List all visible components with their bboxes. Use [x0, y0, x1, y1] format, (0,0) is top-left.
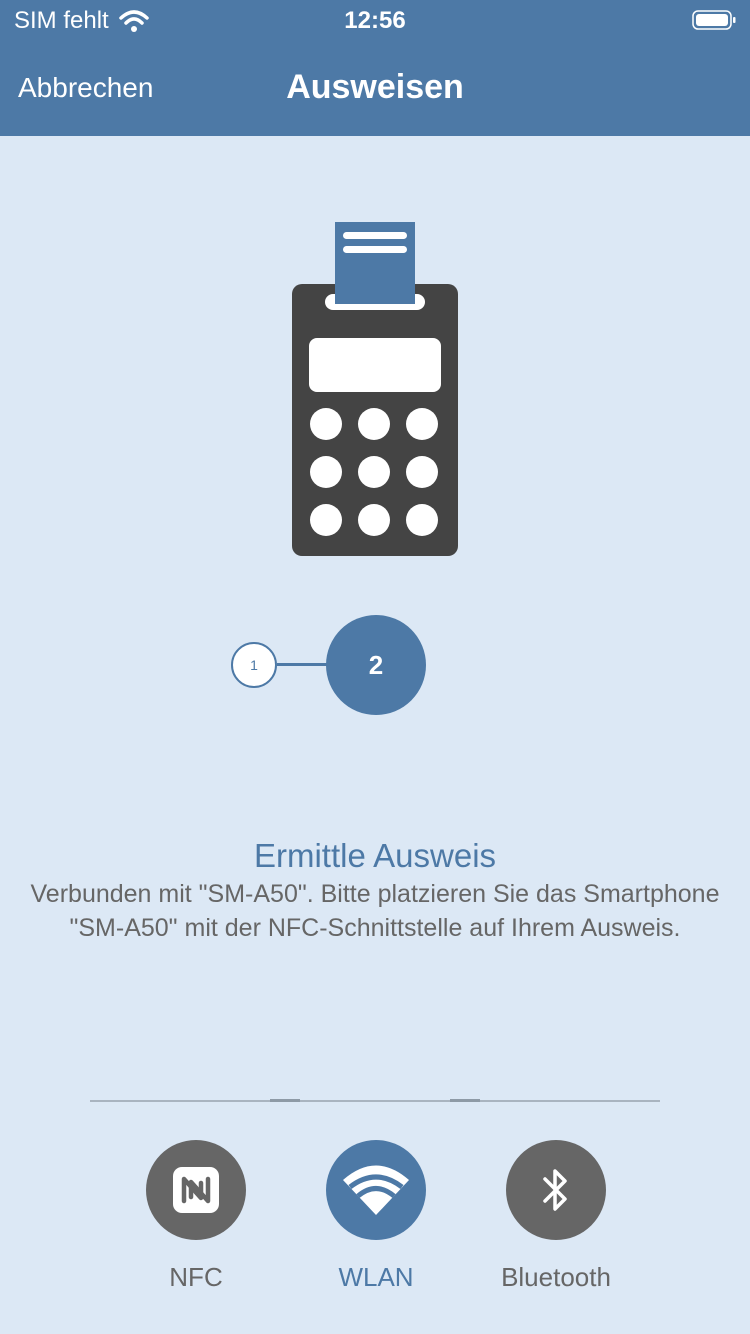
tech-wlan-button[interactable]: WLAN	[296, 1140, 456, 1294]
step-indicator: 1 2	[229, 614, 429, 716]
status-description: Verbunden mit "SM-A50". Bitte platzieren…	[30, 880, 720, 942]
tech-nfc-button[interactable]: NFC	[116, 1140, 276, 1294]
divider	[90, 1100, 660, 1102]
wifi-icon	[343, 1165, 409, 1215]
bluetooth-icon	[543, 1169, 567, 1211]
tech-label-wlan: WLAN	[338, 1262, 414, 1292]
nfc-circle[interactable]	[146, 1140, 246, 1240]
status-time: 12:56	[344, 7, 406, 34]
tech-bluetooth-button[interactable]: Bluetooth	[476, 1140, 636, 1294]
tech-label-nfc: NFC	[169, 1262, 223, 1292]
step-1: 1	[231, 642, 277, 688]
top-bar: SIM fehlt 12:56 Abbrechen Ausweisen	[0, 0, 750, 136]
step-connector	[277, 663, 327, 666]
nfc-icon	[173, 1167, 219, 1213]
battery-icon	[692, 10, 736, 30]
divider-marker	[270, 1099, 300, 1102]
card-reader-illustration	[292, 222, 458, 556]
wlan-circle[interactable]	[326, 1140, 426, 1240]
bluetooth-circle[interactable]	[506, 1140, 606, 1240]
page-title: Ausweisen	[286, 68, 464, 106]
divider-marker	[450, 1099, 480, 1102]
step-2-current: 2	[326, 615, 426, 715]
tech-label-bluetooth: Bluetooth	[501, 1262, 611, 1292]
status-heading: Ermittle Ausweis	[253, 837, 497, 874]
